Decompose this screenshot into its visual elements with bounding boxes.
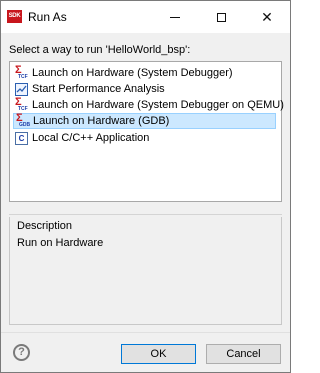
list-item-label: Launch on Hardware (System Debugger) bbox=[32, 67, 233, 79]
description-text: Run on Hardware bbox=[17, 237, 104, 249]
tcf-launch-icon: Σ TCF bbox=[15, 63, 28, 80]
c-application-icon: C bbox=[15, 131, 28, 145]
list-item-launch-system-debugger[interactable]: Σ TCF Launch on Hardware (System Debugger… bbox=[13, 63, 276, 81]
gdb-launch-icon: Σ GDB bbox=[16, 111, 31, 128]
list-item-label: Local C/C++ Application bbox=[32, 132, 150, 144]
footer-divider bbox=[1, 332, 290, 333]
list-item-label: Launch on Hardware (System Debugger on Q… bbox=[32, 99, 284, 111]
run-prompt: Select a way to run 'HelloWorld_bsp': bbox=[9, 44, 191, 56]
maximize-button[interactable] bbox=[198, 1, 244, 33]
close-button[interactable]: ✕ bbox=[244, 1, 290, 33]
description-title: Description bbox=[17, 220, 73, 232]
help-icon[interactable]: ? bbox=[13, 344, 30, 361]
minimize-button[interactable] bbox=[152, 1, 198, 33]
minimize-icon bbox=[170, 16, 180, 18]
title-bar: SDK Run As ✕ bbox=[1, 1, 290, 33]
description-divider bbox=[9, 214, 282, 215]
list-item-performance-analysis[interactable]: Start Performance Analysis bbox=[13, 81, 276, 97]
list-item-label: Start Performance Analysis bbox=[32, 83, 165, 95]
list-item-launch-gdb[interactable]: Σ GDB Launch on Hardware (GDB) bbox=[13, 111, 276, 129]
description-panel bbox=[9, 217, 282, 325]
dialog-title: Run As bbox=[28, 10, 67, 24]
run-as-dialog: SDK Run As ✕ Select a way to run 'HelloW… bbox=[0, 0, 291, 373]
list-item-label: Launch on Hardware (GDB) bbox=[33, 115, 170, 127]
close-icon: ✕ bbox=[261, 8, 273, 25]
sdk-app-icon: SDK bbox=[7, 10, 22, 23]
maximize-icon bbox=[216, 12, 226, 22]
cancel-button[interactable]: Cancel bbox=[206, 344, 281, 364]
list-item-local-c-application[interactable]: C Local C/C++ Application bbox=[13, 130, 276, 146]
ok-button[interactable]: OK bbox=[121, 344, 196, 364]
list-item-launch-system-debugger-qemu[interactable]: Σ TCF Launch on Hardware (System Debugger… bbox=[13, 95, 284, 113]
tcf-launch-icon: Σ TCF bbox=[15, 95, 28, 112]
launch-options-list[interactable]: Σ TCF Launch on Hardware (System Debugger… bbox=[9, 61, 284, 202]
performance-chart-icon bbox=[15, 82, 28, 96]
